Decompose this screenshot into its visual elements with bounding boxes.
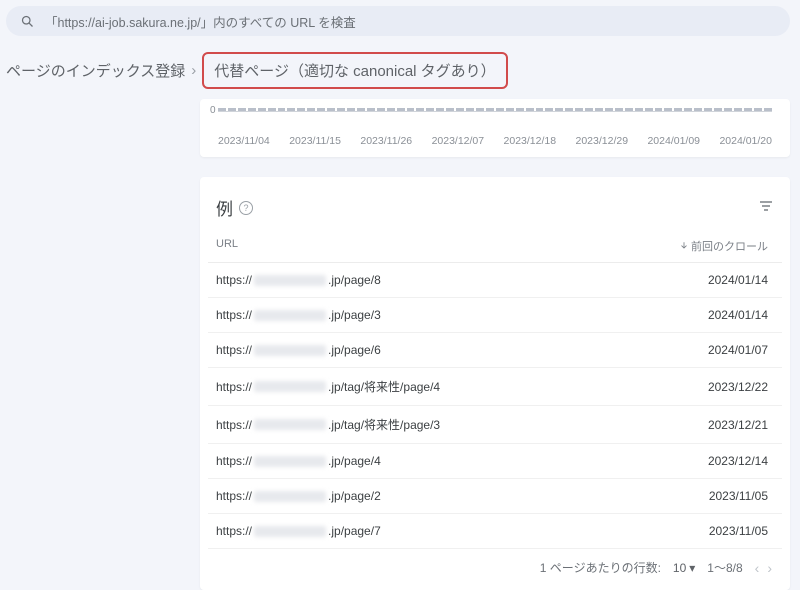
chart-zero-label: 0 bbox=[210, 105, 216, 116]
caret-down-icon: ▾ bbox=[689, 561, 695, 575]
examples-card: 例 ? URL 前回のクロール https://.jp/page/8 2024/0… bbox=[200, 177, 790, 590]
rows-per-page-select[interactable]: 10 ▾ bbox=[673, 561, 695, 575]
examples-title: 例 bbox=[216, 195, 233, 220]
table-row[interactable]: https://.jp/tag/将来性/page/3 2023/12/21 bbox=[208, 406, 782, 444]
prev-page-button[interactable]: ‹ bbox=[755, 560, 760, 576]
filter-icon[interactable] bbox=[758, 198, 774, 217]
row-url: https://.jp/page/7 bbox=[216, 524, 381, 538]
x-tick: 2023/12/29 bbox=[576, 135, 629, 147]
x-tick: 2023/11/04 bbox=[218, 135, 270, 147]
row-date: 2024/01/14 bbox=[708, 308, 768, 322]
chevron-right-icon: › bbox=[191, 62, 196, 79]
row-url: https://.jp/tag/将来性/page/4 bbox=[216, 378, 440, 395]
row-url: https://.jp/page/4 bbox=[216, 454, 381, 468]
row-url: https://.jp/page/2 bbox=[216, 489, 381, 503]
x-tick: 2024/01/09 bbox=[647, 135, 700, 147]
page-range: 1～8/8 bbox=[707, 559, 742, 576]
row-date: 2024/01/07 bbox=[708, 343, 768, 357]
help-icon[interactable]: ? bbox=[239, 201, 253, 215]
row-url: https://.jp/page/8 bbox=[216, 273, 381, 287]
chart-area: 0 bbox=[210, 105, 780, 133]
col-url[interactable]: URL bbox=[216, 238, 238, 254]
row-date: 2023/11/05 bbox=[709, 489, 768, 503]
table-row[interactable]: https://.jp/page/3 2024/01/14 bbox=[208, 298, 782, 333]
table-row[interactable]: https://.jp/page/8 2024/01/14 bbox=[208, 263, 782, 298]
search-icon bbox=[20, 14, 35, 29]
table-row[interactable]: https://.jp/page/7 2023/11/05 bbox=[208, 514, 782, 549]
table-row[interactable]: https://.jp/page/6 2024/01/07 bbox=[208, 333, 782, 368]
col-crawl[interactable]: 前回のクロール bbox=[679, 238, 768, 254]
breadcrumb: ページのインデックス登録 › 代替ページ（適切な canonical タグあり） bbox=[6, 52, 790, 89]
row-date: 2023/12/14 bbox=[708, 454, 768, 468]
row-date: 2023/11/05 bbox=[709, 524, 768, 538]
table-row[interactable]: https://.jp/page/2 2023/11/05 bbox=[208, 479, 782, 514]
row-url: https://.jp/page/3 bbox=[216, 308, 381, 322]
x-tick: 2024/01/20 bbox=[719, 135, 772, 147]
search-placeholder: 「https://ai-job.sakura.ne.jp/」内のすべての URL… bbox=[45, 12, 356, 31]
rows-per-page-label: 1 ページあたりの行数: bbox=[540, 559, 661, 576]
chart-x-ticks: 2023/11/04 2023/11/15 2023/11/26 2023/12… bbox=[210, 135, 780, 147]
examples-title-row: 例 ? bbox=[216, 195, 253, 220]
row-url: https://.jp/tag/将来性/page/3 bbox=[216, 416, 440, 433]
row-date: 2023/12/21 bbox=[708, 418, 768, 432]
row-date: 2023/12/22 bbox=[708, 380, 768, 394]
x-tick: 2023/12/07 bbox=[432, 135, 485, 147]
x-tick: 2023/12/18 bbox=[504, 135, 557, 147]
x-tick: 2023/11/26 bbox=[360, 135, 412, 147]
table-row[interactable]: https://.jp/page/4 2023/12/14 bbox=[208, 444, 782, 479]
x-tick: 2023/11/15 bbox=[289, 135, 341, 147]
breadcrumb-root[interactable]: ページのインデックス登録 bbox=[6, 60, 185, 81]
url-inspect-search[interactable]: 「https://ai-job.sakura.ne.jp/」内のすべての URL… bbox=[6, 6, 790, 36]
chart-card: 0 2023/11/04 2023/11/15 2023/11/26 2023/… bbox=[200, 99, 790, 157]
row-date: 2024/01/14 bbox=[708, 273, 768, 287]
table-row[interactable]: https://.jp/tag/将来性/page/4 2023/12/22 bbox=[208, 368, 782, 406]
breadcrumb-current: 代替ページ（適切な canonical タグあり） bbox=[202, 52, 507, 89]
next-page-button[interactable]: › bbox=[767, 560, 772, 576]
arrow-down-icon bbox=[679, 241, 689, 251]
table-pager: 1 ページあたりの行数: 10 ▾ 1～8/8 ‹ › bbox=[208, 549, 782, 582]
table-header: URL 前回のクロール bbox=[208, 238, 782, 263]
row-url: https://.jp/page/6 bbox=[216, 343, 381, 357]
